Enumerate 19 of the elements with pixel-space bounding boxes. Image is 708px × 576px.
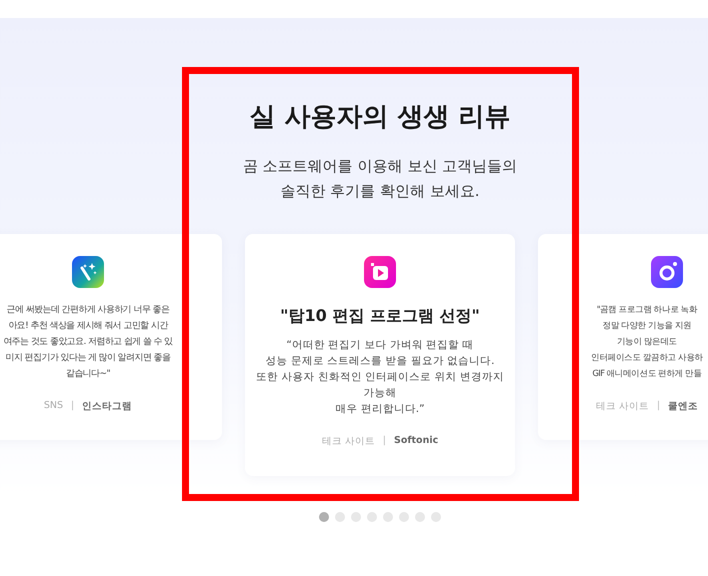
source-type: SNS: [44, 400, 63, 413]
review-text: "곰캠 프로그램 하나로 녹화 정말 다양한 기능을 지원 기능이 많은데도 인터페이스도 깔끔하고 사용하 GIF 애니메이션도 편하게 만들: [591, 304, 703, 381]
source-separator: |: [70, 400, 74, 413]
source-name: 인스타그램: [82, 400, 132, 413]
section-subheading: 곰 소프트웨어를 이용해 보신 고객님들의 솔직한 후기를 확인해 보세요.: [242, 156, 518, 202]
source-separator: |: [382, 435, 386, 448]
play-icon: [364, 256, 396, 288]
section-heading: 실 사용자의 생생 리뷰: [249, 101, 511, 134]
source-name: Softonic: [394, 435, 438, 448]
review-text: “어떠한 편집기 보다 가벼워 편집할 때 성능 문제로 스트레스를 받을 필요가 없습니다. 또한 사용자 친화적인 인터페이스로 위치 변경까지 가능해 매우 편리합니다.”: [256, 338, 504, 417]
review-title: "탑10 편집 프로그램 선정": [280, 306, 480, 327]
source-separator: |: [656, 400, 660, 413]
source-name: 쿨엔조: [668, 400, 698, 413]
source-type: 테크 사이트: [322, 435, 375, 448]
source-type: 테크 사이트: [596, 400, 649, 413]
magic-wand-icon: [72, 256, 104, 288]
review-text: 근에 써봤는데 간편하게 사용하기 너무 좋은 아요! 추천 색상을 제시해 줘서 고민할 시간 여주는 것도 좋았고요. 저렴하고 쉽게 쓸 수 있 미지 편집기가 있다는 게 많이 알려지면 좋을 같습니다~": [3, 304, 173, 381]
camera-icon: [651, 256, 683, 288]
pager-dot[interactable]: [319, 512, 329, 522]
